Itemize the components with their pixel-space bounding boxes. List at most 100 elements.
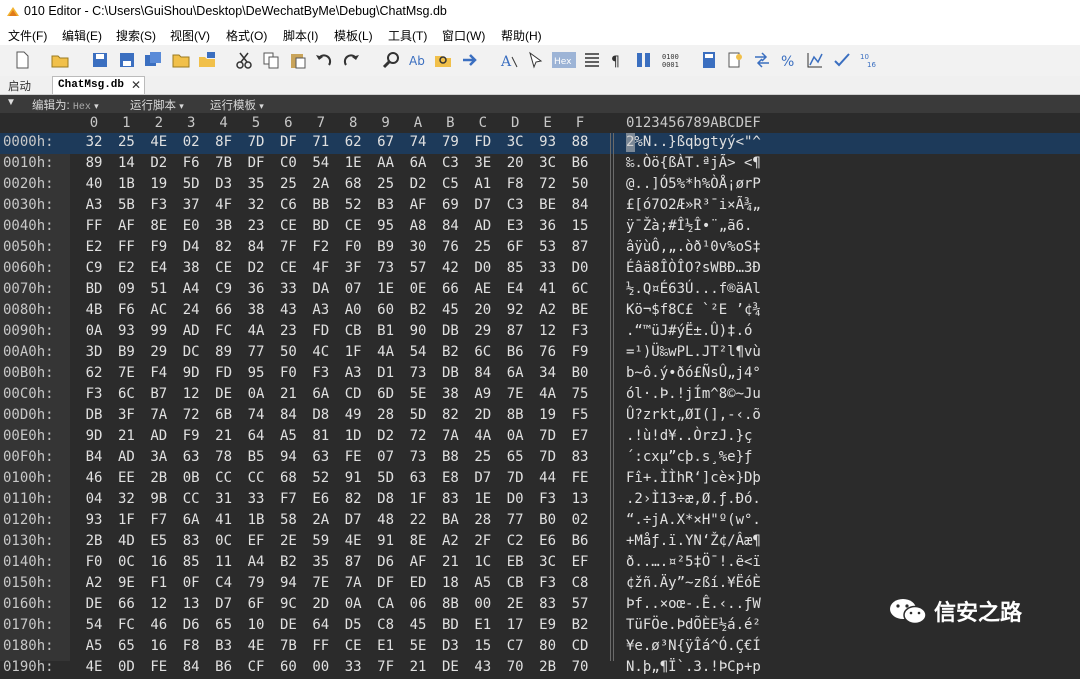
- hex-byte[interactable]: 6C: [472, 344, 494, 360]
- hex-mode-icon[interactable]: Hex: [552, 50, 576, 70]
- hex-byte[interactable]: DB: [439, 323, 461, 339]
- hex-byte[interactable]: 1E: [375, 281, 397, 297]
- save-icon[interactable]: [90, 50, 110, 70]
- columns-icon[interactable]: [582, 50, 602, 70]
- hex-byte[interactable]: CB: [504, 575, 526, 591]
- hex-row[interactable]: 00D0h: DB 3F 7A 72 6B 74 84 D8 49 28 5D 82 2D 8B 19 F5 Û?…: [0, 406, 1080, 427]
- menu-edit[interactable]: 编辑(E): [62, 27, 102, 44]
- menu-tools[interactable]: 工具(T): [388, 27, 427, 44]
- hex-byte[interactable]: F7: [148, 512, 170, 528]
- hex-byte[interactable]: 79: [245, 575, 267, 591]
- hex-byte[interactable]: EB: [504, 554, 526, 570]
- hex-row[interactable]: 0020h: 40 1B 19 5D D3 35 25 2A 68 25 D2 C5 A1 F8 72 50 @.…: [0, 175, 1080, 196]
- hex-byte[interactable]: 58: [277, 512, 299, 528]
- hex-byte[interactable]: 88: [569, 134, 591, 150]
- hex-byte[interactable]: D3: [439, 638, 461, 654]
- hex-row[interactable]: 0080h: 4B F6 AC 24 66 38 43 A3 A0 60 B2 45 20 92 A2 BE Kö…: [0, 301, 1080, 322]
- hex-byte[interactable]: 54: [83, 617, 105, 633]
- hex-byte[interactable]: 6A: [407, 155, 429, 171]
- hex-byte[interactable]: 4E: [342, 533, 364, 549]
- hex-byte[interactable]: AC: [148, 302, 170, 318]
- hex-byte[interactable]: 28: [375, 407, 397, 423]
- hex-byte[interactable]: 10: [245, 617, 267, 633]
- row-ascii[interactable]: =¹)Ü‰wPL.JT²l¶vù: [626, 344, 761, 360]
- hex-byte[interactable]: B2: [407, 302, 429, 318]
- hex-byte[interactable]: 65: [213, 617, 235, 633]
- hex-byte[interactable]: 6C: [569, 281, 591, 297]
- hex-byte[interactable]: 79: [439, 134, 461, 150]
- hex-row[interactable]: 00B0h: 62 7E F4 9D FD 95 F0 F3 A3 D1 73 DB 84 6A 34 B0 b~…: [0, 364, 1080, 385]
- hex-byte[interactable]: A5: [277, 428, 299, 444]
- hex-byte[interactable]: 13: [180, 596, 202, 612]
- goto-icon[interactable]: [460, 50, 480, 70]
- hex-byte[interactable]: FD: [472, 134, 494, 150]
- hex-byte[interactable]: FE: [148, 659, 170, 675]
- hex-byte[interactable]: 32: [83, 134, 105, 150]
- hex-byte[interactable]: DA: [310, 281, 332, 297]
- hex-byte[interactable]: DE: [83, 596, 105, 612]
- hex-byte[interactable]: E6: [310, 491, 332, 507]
- hex-byte[interactable]: 83: [537, 596, 559, 612]
- hex-byte[interactable]: D2: [148, 155, 170, 171]
- row-ascii[interactable]: ½.Q¤É63Ú...f®äAl: [626, 281, 761, 297]
- hex-byte[interactable]: 8B: [504, 407, 526, 423]
- hex-byte[interactable]: CE: [277, 260, 299, 276]
- hex-byte[interactable]: D7: [472, 470, 494, 486]
- hex-byte[interactable]: F9: [180, 428, 202, 444]
- hex-byte[interactable]: DB: [439, 365, 461, 381]
- hex-byte[interactable]: AE: [472, 281, 494, 297]
- row-ascii[interactable]: .2›Ì13÷æ‚Ø.ƒ.Ðó.: [626, 491, 761, 507]
- hex-byte[interactable]: 1B: [245, 512, 267, 528]
- hex-byte[interactable]: CD: [342, 386, 364, 402]
- hex-byte[interactable]: 3A: [148, 449, 170, 465]
- hex-row[interactable]: 0030h: A3 5B F3 37 4F 32 C6 BB 52 B3 AF 69 D7 C3 BE 84 £[…: [0, 196, 1080, 217]
- hex-byte[interactable]: 16: [148, 554, 170, 570]
- hex-byte[interactable]: 3F: [115, 407, 137, 423]
- hex-byte[interactable]: 84: [277, 407, 299, 423]
- row-ascii[interactable]: b~ô.ý•ðó£ÑsÛ„j4°: [626, 365, 761, 381]
- hex-row[interactable]: 0010h: 89 14 D2 F6 7B DF C0 54 1E AA 6A C3 3E 20 3C B6 ‰.…: [0, 154, 1080, 175]
- menu-window[interactable]: 窗口(W): [442, 27, 485, 44]
- menu-search[interactable]: 搜索(S): [116, 27, 156, 44]
- hex-byte[interactable]: F5: [569, 407, 591, 423]
- hex-byte[interactable]: 7A: [439, 428, 461, 444]
- hex-byte[interactable]: CF: [245, 659, 267, 675]
- hex-byte[interactable]: FE: [342, 449, 364, 465]
- hex-row[interactable]: 0110h: 04 32 9B CC 31 33 F7 E6 82 D8 1F 83 1E D0 F3 13 .2…: [0, 490, 1080, 511]
- hex-byte[interactable]: CE: [213, 260, 235, 276]
- hex-byte[interactable]: CB: [342, 323, 364, 339]
- hex-byte[interactable]: 89: [83, 155, 105, 171]
- hex-byte[interactable]: 74: [245, 407, 267, 423]
- edit-as-dropdown[interactable]: 编辑为: Hex ▾: [32, 97, 99, 113]
- hex-byte[interactable]: 17: [504, 617, 526, 633]
- hex-byte[interactable]: 7D: [504, 470, 526, 486]
- hex-row[interactable]: 0100h: 46 EE 2B 0B CC CC 68 52 91 5D 63 E8 D7 7D 44 FE Fî…: [0, 469, 1080, 490]
- hex-byte[interactable]: 50: [277, 344, 299, 360]
- hex-byte[interactable]: 25: [472, 239, 494, 255]
- hex-byte[interactable]: 41: [537, 281, 559, 297]
- hex-byte[interactable]: 1F: [115, 512, 137, 528]
- run-script-dropdown[interactable]: 运行脚本 ▾: [130, 97, 184, 113]
- redo-icon[interactable]: [341, 50, 361, 70]
- hex-byte[interactable]: C7: [504, 638, 526, 654]
- hex-byte[interactable]: CC: [180, 491, 202, 507]
- hex-byte[interactable]: B9: [115, 344, 137, 360]
- hex-byte[interactable]: 2A: [310, 176, 332, 192]
- hex-byte[interactable]: B1: [375, 323, 397, 339]
- hex-row[interactable]: 0060h: C9 E2 E4 38 CE D2 CE 4F 3F 73 57 42 D0 85 33 D0 Éâ…: [0, 259, 1080, 280]
- undo-icon[interactable]: [314, 50, 334, 70]
- hex-byte[interactable]: F3: [148, 197, 170, 213]
- row-ascii[interactable]: .“™­üJ#ýË±.Û)‡.ó: [626, 323, 752, 339]
- hex-byte[interactable]: AF: [115, 218, 137, 234]
- hex-byte[interactable]: 82: [213, 239, 235, 255]
- hex-byte[interactable]: 82: [342, 491, 364, 507]
- hex-byte[interactable]: 4E: [148, 134, 170, 150]
- hex-byte[interactable]: BB: [310, 197, 332, 213]
- hex-byte[interactable]: E2: [115, 260, 137, 276]
- hex-byte[interactable]: 68: [277, 470, 299, 486]
- hex-byte[interactable]: 25: [375, 176, 397, 192]
- save-all-icon[interactable]: [143, 50, 163, 70]
- calculator-icon[interactable]: [699, 50, 719, 70]
- hex-byte[interactable]: DC: [180, 344, 202, 360]
- hex-byte[interactable]: 48: [375, 512, 397, 528]
